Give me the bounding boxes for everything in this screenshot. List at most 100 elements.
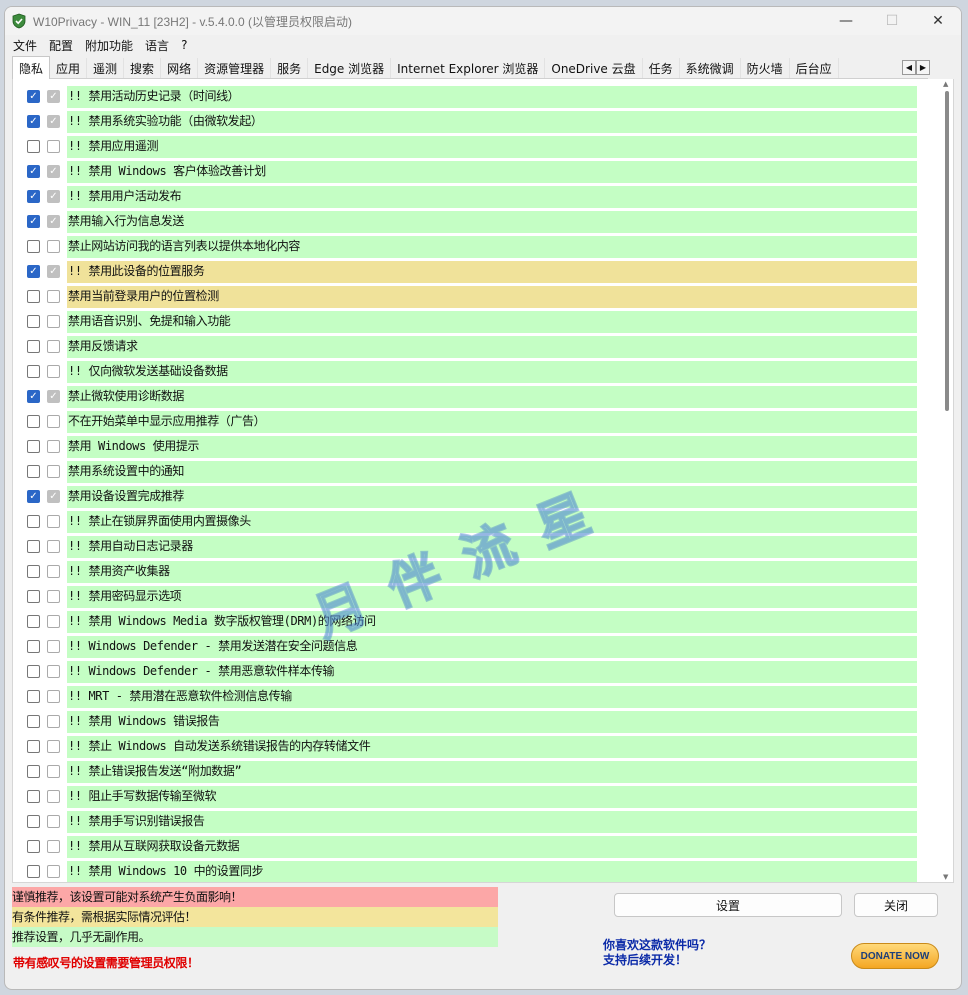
setting-label[interactable]: 禁用系统设置中的通知 xyxy=(67,461,917,483)
donate-button[interactable]: DONATE NOW xyxy=(851,943,939,969)
close-window-button[interactable]: ✕ xyxy=(915,7,961,35)
setting-label[interactable]: !! 禁用系统实验功能（由微软发起） xyxy=(67,111,917,133)
close-button[interactable]: 关闭 xyxy=(854,893,938,917)
scroll-thumb[interactable] xyxy=(945,91,949,411)
setting-label[interactable]: !! 禁用自动日志记录器 xyxy=(67,536,917,558)
setting-checkbox[interactable] xyxy=(27,290,40,303)
setting-checkbox[interactable] xyxy=(27,515,40,528)
setting-label[interactable]: !! 禁用 Windows 10 中的设置同步 xyxy=(67,861,917,882)
tab-scroll-left-icon[interactable]: ◀ xyxy=(902,60,916,75)
setting-label[interactable]: !! 禁用从互联网获取设备元数据 xyxy=(67,836,917,858)
setting-label[interactable]: 禁用输入行为信息发送 xyxy=(67,211,917,233)
tab-11[interactable]: 系统微调 xyxy=(680,58,741,78)
setting-label[interactable]: !! 禁用应用遥测 xyxy=(67,136,917,158)
menu-extras[interactable]: 附加功能 xyxy=(83,37,141,54)
setting-row: !! 禁用 Windows 10 中的设置同步 xyxy=(13,858,933,882)
setting-checkbox[interactable] xyxy=(27,440,40,453)
tab-scroll-right-icon[interactable]: ▶ xyxy=(916,60,930,75)
setting-checkbox[interactable]: ✓ xyxy=(27,90,40,103)
setting-checkbox[interactable]: ✓ xyxy=(27,215,40,228)
title-bar[interactable]: W10Privacy - WIN_11 [23H2] - v.5.4.0.0 (… xyxy=(5,7,961,35)
default-checkbox xyxy=(47,315,60,328)
tab-4[interactable]: 网络 xyxy=(161,58,199,78)
setting-label[interactable]: !! 阻止手写数据传输至微软 xyxy=(67,786,917,808)
setting-label[interactable]: !! 禁止 Windows 自动发送系统错误报告的内存转储文件 xyxy=(67,736,917,758)
setting-checkbox[interactable] xyxy=(27,140,40,153)
tab-3[interactable]: 搜索 xyxy=(124,58,162,78)
tab-2[interactable]: 遥测 xyxy=(87,58,125,78)
scroll-up-icon[interactable]: ▲ xyxy=(943,80,948,88)
tab-0[interactable]: 隐私 xyxy=(12,56,51,79)
minimize-button[interactable]: — xyxy=(823,7,869,35)
setting-label[interactable]: !! 禁用手写识别错误报告 xyxy=(67,811,917,833)
setting-checkbox[interactable] xyxy=(27,765,40,778)
setting-checkbox[interactable] xyxy=(27,690,40,703)
setting-checkbox[interactable]: ✓ xyxy=(27,115,40,128)
setting-checkbox[interactable]: ✓ xyxy=(27,190,40,203)
setting-checkbox[interactable] xyxy=(27,815,40,828)
setting-label[interactable]: !! 禁用 Windows Media 数字版权管理(DRM)的网络访问 xyxy=(67,611,917,633)
setting-label[interactable]: !! 禁用 Windows 客户体验改善计划 xyxy=(67,161,917,183)
setting-checkbox[interactable] xyxy=(27,665,40,678)
setting-label[interactable]: 禁用当前登录用户的位置检测 xyxy=(67,286,917,308)
setting-checkbox[interactable] xyxy=(27,715,40,728)
setting-label[interactable]: !! 禁用密码显示选项 xyxy=(67,586,917,608)
setting-checkbox[interactable] xyxy=(27,340,40,353)
setting-checkbox[interactable] xyxy=(27,615,40,628)
setting-label[interactable]: 禁用设备设置完成推荐 xyxy=(67,486,917,508)
setting-checkbox[interactable] xyxy=(27,865,40,878)
vertical-scrollbar[interactable]: ▲ ▼ xyxy=(943,80,951,881)
setting-checkbox[interactable]: ✓ xyxy=(27,490,40,503)
setting-label[interactable]: !! Windows Defender - 禁用恶意软件样本传输 xyxy=(67,661,917,683)
menu-config[interactable]: 配置 xyxy=(47,37,81,54)
setting-label[interactable]: !! 禁用用户活动发布 xyxy=(67,186,917,208)
menu-language[interactable]: 语言 xyxy=(143,37,177,54)
tab-9[interactable]: OneDrive 云盘 xyxy=(545,58,643,78)
setting-label[interactable]: 禁用反馈请求 xyxy=(67,336,917,358)
tab-1[interactable]: 应用 xyxy=(50,58,88,78)
maximize-button[interactable]: ☐ xyxy=(869,7,915,35)
setting-checkbox[interactable] xyxy=(27,740,40,753)
setting-label[interactable]: 禁用语音识别、免提和输入功能 xyxy=(67,311,917,333)
setting-checkbox[interactable] xyxy=(27,240,40,253)
tab-8[interactable]: Internet Explorer 浏览器 xyxy=(391,58,546,78)
setting-label[interactable]: !! 禁用此设备的位置服务 xyxy=(67,261,917,283)
setting-checkbox[interactable] xyxy=(27,465,40,478)
setting-checkbox[interactable] xyxy=(27,315,40,328)
tab-6[interactable]: 服务 xyxy=(271,58,309,78)
tab-10[interactable]: 任务 xyxy=(643,58,680,78)
tab-5[interactable]: 资源管理器 xyxy=(198,58,272,78)
setting-checkbox[interactable] xyxy=(27,840,40,853)
setting-label[interactable]: !! 仅向微软发送基础设备数据 xyxy=(67,361,917,383)
default-checkbox xyxy=(47,840,60,853)
setting-label[interactable]: !! MRT - 禁用潜在恶意软件检测信息传输 xyxy=(67,686,917,708)
setting-checkbox[interactable] xyxy=(27,540,40,553)
setting-label[interactable]: !! 禁用活动历史记录（时间线） xyxy=(67,86,917,108)
setting-label[interactable]: !! 禁用 Windows 错误报告 xyxy=(67,711,917,733)
menu-help[interactable]: ? xyxy=(179,38,195,52)
setting-label[interactable]: !! 禁止在锁屏界面使用内置摄像头 xyxy=(67,511,917,533)
apply-settings-button[interactable]: 设置 xyxy=(614,893,842,917)
setting-checkbox[interactable]: ✓ xyxy=(27,165,40,178)
setting-checkbox[interactable] xyxy=(27,365,40,378)
tab-7[interactable]: Edge 浏览器 xyxy=(308,58,392,78)
default-checkbox xyxy=(47,415,60,428)
setting-checkbox[interactable]: ✓ xyxy=(27,265,40,278)
setting-label[interactable]: !! 禁用资产收集器 xyxy=(67,561,917,583)
setting-label[interactable]: !! Windows Defender - 禁用发送潜在安全问题信息 xyxy=(67,636,917,658)
setting-label[interactable]: 禁止网站访问我的语言列表以提供本地化内容 xyxy=(67,236,917,258)
setting-label[interactable]: 不在开始菜单中显示应用推荐（广告） xyxy=(67,411,917,433)
setting-checkbox[interactable] xyxy=(27,590,40,603)
setting-checkbox[interactable] xyxy=(27,640,40,653)
setting-label[interactable]: 禁用 Windows 使用提示 xyxy=(67,436,917,458)
setting-label[interactable]: !! 禁止错误报告发送“附加数据” xyxy=(67,761,917,783)
tab-13[interactable]: 后台应 xyxy=(790,58,839,78)
setting-label[interactable]: 禁止微软使用诊断数据 xyxy=(67,386,917,408)
tab-12[interactable]: 防火墙 xyxy=(741,58,790,78)
menu-file[interactable]: 文件 xyxy=(11,37,45,54)
setting-checkbox[interactable] xyxy=(27,415,40,428)
setting-checkbox[interactable] xyxy=(27,565,40,578)
setting-checkbox[interactable] xyxy=(27,790,40,803)
scroll-down-icon[interactable]: ▼ xyxy=(943,873,948,881)
setting-checkbox[interactable]: ✓ xyxy=(27,390,40,403)
